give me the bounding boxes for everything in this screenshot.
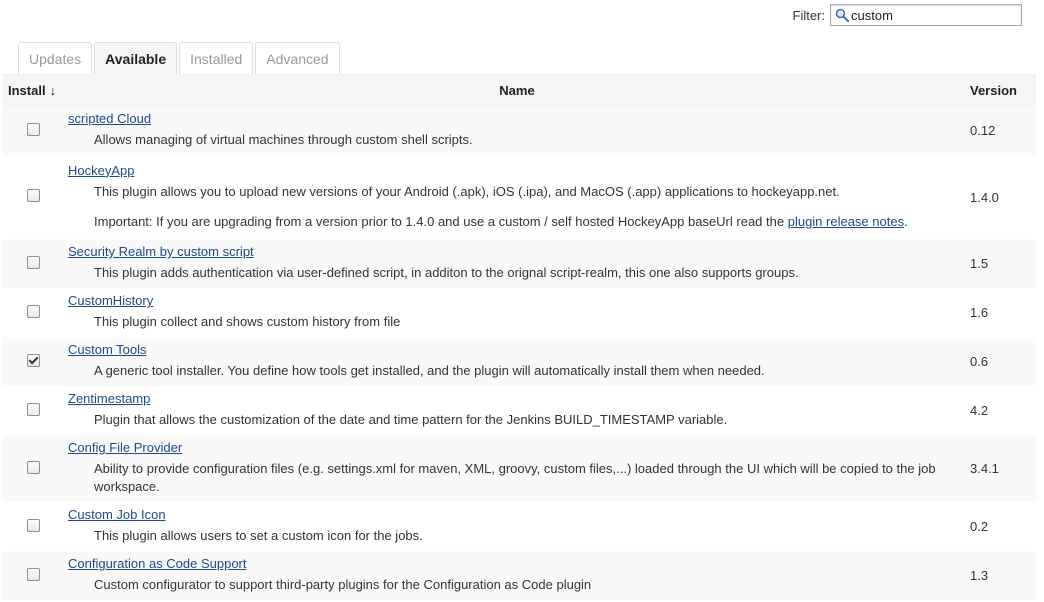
name-column-header[interactable]: Name xyxy=(68,74,966,106)
filter-field[interactable] xyxy=(830,4,1022,26)
tab-installed[interactable]: Installed xyxy=(179,42,254,75)
install-checkbox[interactable] xyxy=(27,567,40,581)
plugin-description: Allows managing of virtual machines thro… xyxy=(94,132,473,147)
table-row: CustomHistory This plugin collect and sh… xyxy=(3,288,1036,337)
install-checkbox[interactable] xyxy=(27,402,40,416)
plugin-description: This plugin adds authentication via user… xyxy=(94,265,799,280)
table-row: Custom Job Icon This plugin allows users… xyxy=(3,502,1036,551)
install-checkbox[interactable] xyxy=(27,304,40,318)
search-icon xyxy=(835,8,849,22)
table-row: Custom Tools A generic tool installer. Y… xyxy=(3,337,1036,386)
plugin-description: Plugin that allows the customization of … xyxy=(94,412,728,427)
plugin-version: 0.12 xyxy=(966,106,1036,155)
version-column-header[interactable]: Version xyxy=(966,74,1036,106)
plugin-version: 0.6 xyxy=(966,337,1036,386)
install-checkbox[interactable] xyxy=(27,518,40,532)
note-text: Important: If you are upgrading from a v… xyxy=(94,213,788,229)
plugin-version: 1.5 xyxy=(966,239,1036,288)
name-cell: Security Realm by custom script This plu… xyxy=(68,239,966,288)
name-cell: Custom Job Icon This plugin allows users… xyxy=(68,502,966,551)
table-row: Zentimestamp Plugin that allows the cust… xyxy=(3,386,1036,435)
plugin-description: A generic tool installer. You define how… xyxy=(94,363,765,378)
install-cell xyxy=(3,288,68,337)
note-suffix: . xyxy=(904,213,908,229)
table-row: scripted Cloud Allows managing of virtua… xyxy=(3,106,1036,155)
plugin-link[interactable]: Security Realm by custom script xyxy=(68,243,254,260)
name-cell: scripted Cloud Allows managing of virtua… xyxy=(68,106,966,155)
plugin-version: 1.4.0 xyxy=(966,155,1036,239)
table-row: HockeyApp This plugin allows you to uplo… xyxy=(3,155,1036,239)
install-column-header[interactable]: Install ↓ xyxy=(3,74,68,106)
install-cell xyxy=(3,386,68,435)
install-cell xyxy=(3,551,68,600)
tab-bar: Updates Available Installed Advanced xyxy=(18,42,342,75)
plugin-link[interactable]: Custom Job Icon xyxy=(68,506,166,523)
plugin-link[interactable]: scripted Cloud xyxy=(68,110,151,127)
name-cell: Configuration as Code Support Custom con… xyxy=(68,551,966,600)
plugin-link[interactable]: Custom Tools xyxy=(68,341,147,358)
install-cell xyxy=(3,435,68,502)
install-cell xyxy=(3,337,68,386)
tab-advanced[interactable]: Advanced xyxy=(255,42,340,75)
table-row: Configuration as Code Support Custom con… xyxy=(3,551,1036,600)
name-cell: Custom Tools A generic tool installer. Y… xyxy=(68,337,966,386)
plugin-version: 1.3 xyxy=(966,551,1036,600)
plugin-description: This plugin collect and shows custom his… xyxy=(94,314,401,329)
table-row: Security Realm by custom script This plu… xyxy=(3,239,1036,288)
install-checkbox[interactable] xyxy=(27,122,40,136)
filter-label: Filter: xyxy=(792,7,826,23)
release-notes-link[interactable]: plugin release notes xyxy=(788,214,904,229)
plugin-link[interactable]: CustomHistory xyxy=(68,292,153,309)
plugins-table: Install ↓ Name Version scripted Cloud All… xyxy=(3,74,1036,600)
install-checkbox[interactable] xyxy=(27,460,40,474)
sort-arrow-icon: ↓ xyxy=(49,83,57,98)
plugin-link[interactable]: Config File Provider xyxy=(68,439,182,456)
plugin-version: 1.6 xyxy=(966,288,1036,337)
filter-input[interactable] xyxy=(851,5,1019,25)
plugin-link[interactable]: HockeyApp xyxy=(68,162,134,179)
plugins-table-container: Install ↓ Name Version scripted Cloud All… xyxy=(3,74,1036,600)
name-cell: Config File Provider Ability to provide … xyxy=(68,435,966,502)
filter-bar: Filter: xyxy=(792,4,1022,26)
plugin-note: Important: If you are upgrading from a v… xyxy=(94,213,966,231)
plugin-description: This plugin allows users to set a custom… xyxy=(94,528,423,543)
name-cell: HockeyApp This plugin allows you to uplo… xyxy=(68,155,966,239)
table-header-row: Install ↓ Name Version xyxy=(3,74,1036,106)
table-row: Config File Provider Ability to provide … xyxy=(3,435,1036,502)
plugin-version: 0.2 xyxy=(966,502,1036,551)
name-cell: CustomHistory This plugin collect and sh… xyxy=(68,288,966,337)
plugin-link[interactable]: Zentimestamp xyxy=(68,390,150,407)
install-checkbox[interactable] xyxy=(27,353,40,367)
plugin-link[interactable]: Configuration as Code Support xyxy=(68,555,247,572)
plugin-version: 4.2 xyxy=(966,386,1036,435)
install-cell xyxy=(3,106,68,155)
plugin-version: 3.4.1 xyxy=(966,435,1036,502)
install-checkbox[interactable] xyxy=(27,189,40,202)
install-cell xyxy=(3,239,68,288)
tab-available[interactable]: Available xyxy=(94,42,178,75)
name-cell: Zentimestamp Plugin that allows the cust… xyxy=(68,386,966,435)
plugin-description: This plugin allows you to upload new ver… xyxy=(94,183,840,199)
install-cell xyxy=(3,502,68,551)
install-cell xyxy=(3,155,68,239)
install-checkbox[interactable] xyxy=(27,255,40,269)
plugin-description: Ability to provide configuration files (… xyxy=(94,461,936,494)
install-header-label: Install xyxy=(8,83,46,98)
plugin-manager: Filter: Updates Available Installed Adva… xyxy=(0,0,1044,602)
plugin-description: Custom configurator to support third-par… xyxy=(94,577,592,592)
tab-updates[interactable]: Updates xyxy=(18,42,93,75)
